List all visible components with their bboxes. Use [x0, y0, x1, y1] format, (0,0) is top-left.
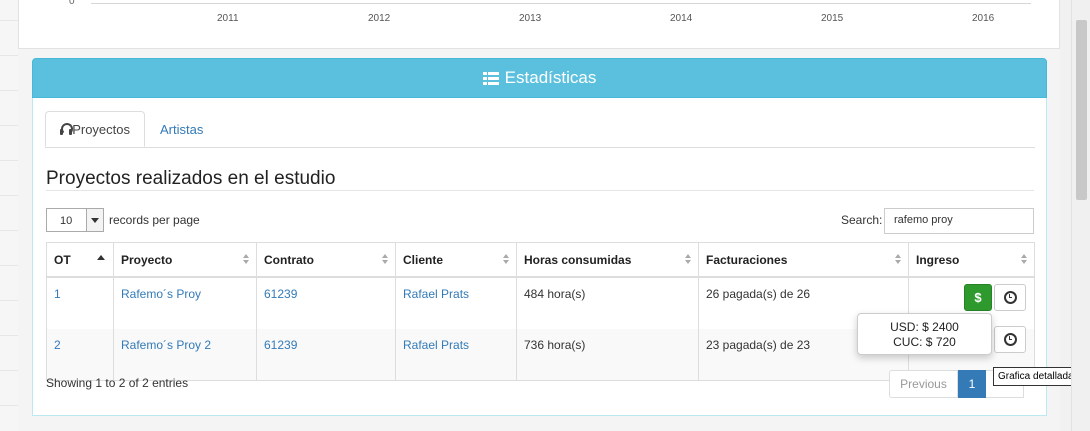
chart-x-tick: 2016	[972, 13, 995, 24]
strip-line	[0, 55, 18, 56]
strip-line	[0, 160, 18, 161]
sort-icon	[382, 254, 389, 265]
strip-line	[0, 20, 18, 21]
sort-icon	[895, 254, 902, 265]
strip-line	[0, 335, 18, 336]
cell-contrato: 61239	[256, 329, 396, 381]
chart-x-tick: 2011	[217, 13, 239, 24]
headphones-icon	[60, 123, 73, 135]
column-header-label: Contrato	[264, 252, 314, 267]
ot-link[interactable]: 2	[54, 338, 61, 352]
search-input[interactable]: rafemo proy	[884, 208, 1034, 234]
dollar-icon: $	[974, 290, 982, 305]
strip-line	[0, 230, 18, 231]
cell-horas: 736 hora(s)	[516, 329, 699, 381]
ot-link[interactable]: 1	[54, 287, 61, 301]
table-header-row: OT Proyecto Contrato Cliente Horas consu…	[46, 242, 1035, 278]
column-header-horas[interactable]: Horas consumidas	[516, 242, 699, 278]
cell-ot: 2	[46, 329, 114, 381]
sort-icon	[503, 254, 510, 265]
chart-x-axis	[91, 3, 1031, 4]
chart-x-tick: 2015	[821, 13, 844, 24]
tab-artistas[interactable]: Artistas	[146, 111, 217, 147]
strip-line	[0, 370, 18, 371]
column-header-label: Facturaciones	[706, 252, 788, 267]
sort-asc-icon	[97, 255, 105, 260]
cell-proyecto: Rafemo´s Proy 2	[113, 329, 257, 381]
cell-proyecto: Rafemo´s Proy	[113, 277, 257, 329]
strip-line	[0, 90, 18, 91]
page-1-button[interactable]: 1	[958, 370, 986, 398]
chart-x-tick: 2012	[368, 13, 391, 24]
stats-panel-header: Estadísticas	[32, 58, 1047, 98]
proyecto-link[interactable]: Rafemo´s Proy	[121, 287, 201, 301]
sort-icon	[685, 254, 692, 265]
proyecto-link[interactable]: Rafemo´s Proy 2	[121, 338, 211, 352]
cell-cliente: Rafael Prats	[395, 329, 517, 381]
history-button[interactable]	[994, 326, 1026, 353]
strip-line	[0, 195, 18, 196]
previous-page-button[interactable]: Previous	[889, 370, 958, 398]
income-popover: USD: $ 2400 CUC: $ 720	[857, 313, 992, 355]
contrato-link[interactable]: 61239	[264, 287, 297, 301]
clock-icon	[1003, 333, 1017, 346]
column-header-ingreso[interactable]: Ingreso	[908, 242, 1035, 278]
chart-panel: 0 2011 2012 2013 2014 2015 2016	[18, 0, 1060, 49]
column-header-contrato[interactable]: Contrato	[256, 242, 396, 278]
column-header-label: Ingreso	[916, 252, 960, 267]
cell-contrato: 61239	[256, 277, 396, 329]
sort-icon	[243, 254, 250, 265]
table-info: Showing 1 to 2 of 2 entries	[46, 376, 189, 390]
strip-line	[0, 405, 18, 406]
section-title: Proyectos realizados en el estudio	[46, 168, 336, 189]
column-header-label: Proyecto	[121, 252, 173, 267]
contrato-link[interactable]: 61239	[264, 338, 297, 352]
strip-line	[0, 300, 18, 301]
cell-cliente: Rafael Prats	[395, 277, 517, 329]
records-per-page-label: records per page	[109, 213, 200, 227]
chart-y-zero-label: 0	[69, 0, 75, 7]
page-length-select[interactable]: 10	[46, 208, 104, 232]
clock-icon	[1003, 291, 1017, 304]
column-header-label: Horas consumidas	[524, 252, 632, 267]
section-divider	[46, 190, 1034, 191]
vertical-scrollbar[interactable]	[1071, 0, 1090, 431]
column-header-label: Cliente	[403, 252, 444, 267]
history-button[interactable]	[994, 284, 1026, 311]
chevron-down-icon	[86, 209, 103, 231]
search-label: Search:	[841, 213, 883, 227]
income-button[interactable]: $	[964, 284, 992, 311]
chart-x-tick: 2014	[670, 13, 693, 24]
tab-artistas-label: Artistas	[160, 121, 204, 137]
tab-bar: Proyectos Artistas	[45, 111, 1035, 148]
income-cuc: CUC: $ 720	[893, 335, 956, 349]
cell-ot: 1	[46, 277, 114, 329]
cliente-link[interactable]: Rafael Prats	[403, 287, 469, 301]
projects-table: OT Proyecto Contrato Cliente Horas consu…	[46, 242, 1035, 381]
column-header-cliente[interactable]: Cliente	[395, 242, 517, 278]
strip-line	[0, 125, 18, 126]
column-header-label: OT	[54, 252, 71, 267]
income-usd: USD: $ 2400	[890, 320, 959, 334]
column-header-proyecto[interactable]: Proyecto	[113, 242, 257, 278]
sort-icon	[1021, 254, 1028, 265]
tab-proyectos-label: Proyectos	[72, 121, 130, 137]
chart-x-tick: 2013	[519, 13, 542, 24]
stats-panel-title: Estadísticas	[504, 68, 597, 87]
list-icon	[482, 71, 499, 85]
column-header-facturaciones[interactable]: Facturaciones	[698, 242, 909, 278]
cliente-link[interactable]: Rafael Prats	[403, 338, 469, 352]
left-panel-strip	[0, 0, 19, 431]
cell-horas: 484 hora(s)	[516, 277, 699, 329]
page-length-value: 10	[60, 215, 73, 227]
strip-line	[0, 265, 18, 266]
tab-proyectos[interactable]: Proyectos	[45, 111, 145, 147]
scrollbar-thumb[interactable]	[1076, 20, 1087, 200]
column-header-ot[interactable]: OT	[46, 242, 114, 278]
